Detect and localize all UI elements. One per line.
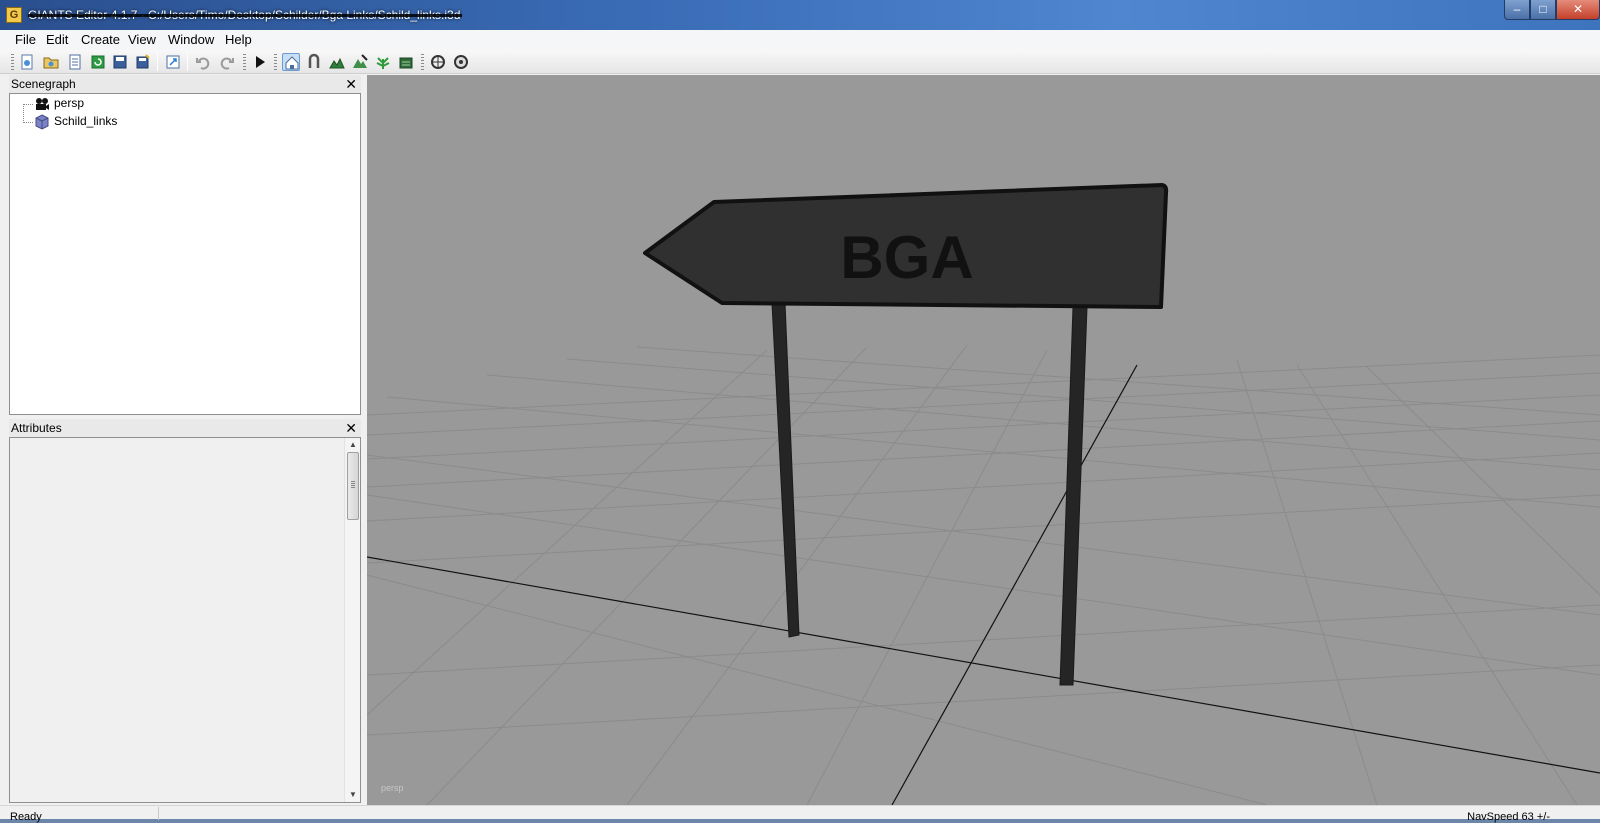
- open-scene-icon[interactable]: [42, 53, 60, 71]
- attributes-scrollbar[interactable]: ▲ ▼: [344, 438, 360, 802]
- status-text: Ready: [10, 811, 42, 823]
- toolbar-separator: [157, 53, 158, 71]
- menu-view[interactable]: View: [128, 32, 156, 47]
- scenegraph-node-label: persp: [54, 96, 85, 110]
- toolbar-grip[interactable]: [11, 54, 14, 70]
- scenegraph-node-label: Schild_links: [54, 114, 118, 128]
- save-icon[interactable]: [111, 53, 129, 71]
- navspeed-readout: NavSpeed 63 +/-: [1467, 811, 1550, 823]
- toolbar-separator: [187, 53, 188, 71]
- sign-post-left: [771, 302, 800, 638]
- z-axis-line: [891, 364, 1138, 805]
- sign-text: BGA: [840, 224, 973, 291]
- info-layer-icon[interactable]: [397, 53, 415, 71]
- viewport-scene: BGA: [367, 183, 1600, 805]
- undo-icon[interactable]: [194, 53, 212, 71]
- toolbar: [0, 50, 1600, 74]
- scenegraph-header: Scenegraph ✕: [9, 75, 361, 93]
- scenegraph-node-persp[interactable]: persp: [10, 95, 210, 113]
- export-icon[interactable]: [164, 53, 182, 71]
- minimize-button[interactable]: –: [1504, 0, 1530, 20]
- reload-icon[interactable]: [89, 53, 107, 71]
- attributes-close-button[interactable]: ✕: [345, 419, 357, 437]
- select-tool-icon[interactable]: [282, 53, 300, 71]
- move-tool-icon[interactable]: [305, 53, 323, 71]
- save-as-icon[interactable]: [134, 53, 152, 71]
- terrain-sculpt-icon[interactable]: [328, 53, 346, 71]
- status-divider: [158, 807, 159, 820]
- scroll-up-icon[interactable]: ▲: [345, 438, 361, 452]
- attributes-header: Attributes ✕: [9, 419, 361, 437]
- app-icon: G: [6, 7, 22, 23]
- menu-edit[interactable]: Edit: [46, 32, 68, 47]
- camera-settings-icon[interactable]: [452, 53, 470, 71]
- scenegraph-tree[interactable]: persp Schild_links: [9, 93, 361, 415]
- scroll-down-icon[interactable]: ▼: [345, 788, 361, 802]
- menu-help[interactable]: Help: [225, 32, 252, 47]
- play-icon[interactable]: [251, 53, 269, 71]
- scenegraph-node-schild-links[interactable]: Schild_links: [10, 113, 210, 131]
- close-window-button[interactable]: ✕: [1556, 0, 1600, 20]
- menu-create[interactable]: Create: [81, 32, 120, 47]
- toolbar-grip[interactable]: [243, 54, 246, 70]
- shape-icon: [34, 114, 50, 130]
- menu-file[interactable]: File: [15, 32, 36, 47]
- scenegraph-close-button[interactable]: ✕: [345, 75, 357, 93]
- 3d-viewport[interactable]: BGA persp: [367, 75, 1600, 805]
- toolbar-grip[interactable]: [421, 54, 424, 70]
- title-bar: G GIANTS Editor 4.1.7 - C:/Users/Timo/De…: [0, 0, 1600, 30]
- camera-icon: [34, 96, 50, 112]
- editor-window: G GIANTS Editor 4.1.7 - C:/Users/Timo/De…: [0, 0, 1600, 823]
- import-icon[interactable]: [66, 53, 84, 71]
- viewport-camera-label: persp: [381, 783, 404, 793]
- foliage-paint-icon[interactable]: [374, 53, 392, 71]
- terrain-paint-icon[interactable]: [351, 53, 369, 71]
- menu-window[interactable]: Window: [168, 32, 214, 47]
- status-bar: Ready NavSpeed 63 +/-: [0, 805, 1600, 823]
- redo-icon[interactable]: [218, 53, 236, 71]
- new-scene-icon[interactable]: [18, 53, 36, 71]
- maximize-button[interactable]: □: [1530, 0, 1556, 20]
- toolbar-grip[interactable]: [274, 54, 277, 70]
- menu-bar: File Edit Create View Window Help: [0, 30, 1600, 50]
- shader-icon[interactable]: [429, 53, 447, 71]
- ground-grid: [367, 344, 1600, 805]
- scenegraph-title: Scenegraph: [11, 77, 76, 91]
- attributes-title: Attributes: [11, 421, 62, 435]
- window-title: GIANTS Editor 4.1.7 - C:/Users/Timo/Desk…: [28, 8, 463, 22]
- scrollbar-thumb[interactable]: [347, 452, 359, 520]
- attributes-panel: ▲ ▼: [9, 437, 361, 803]
